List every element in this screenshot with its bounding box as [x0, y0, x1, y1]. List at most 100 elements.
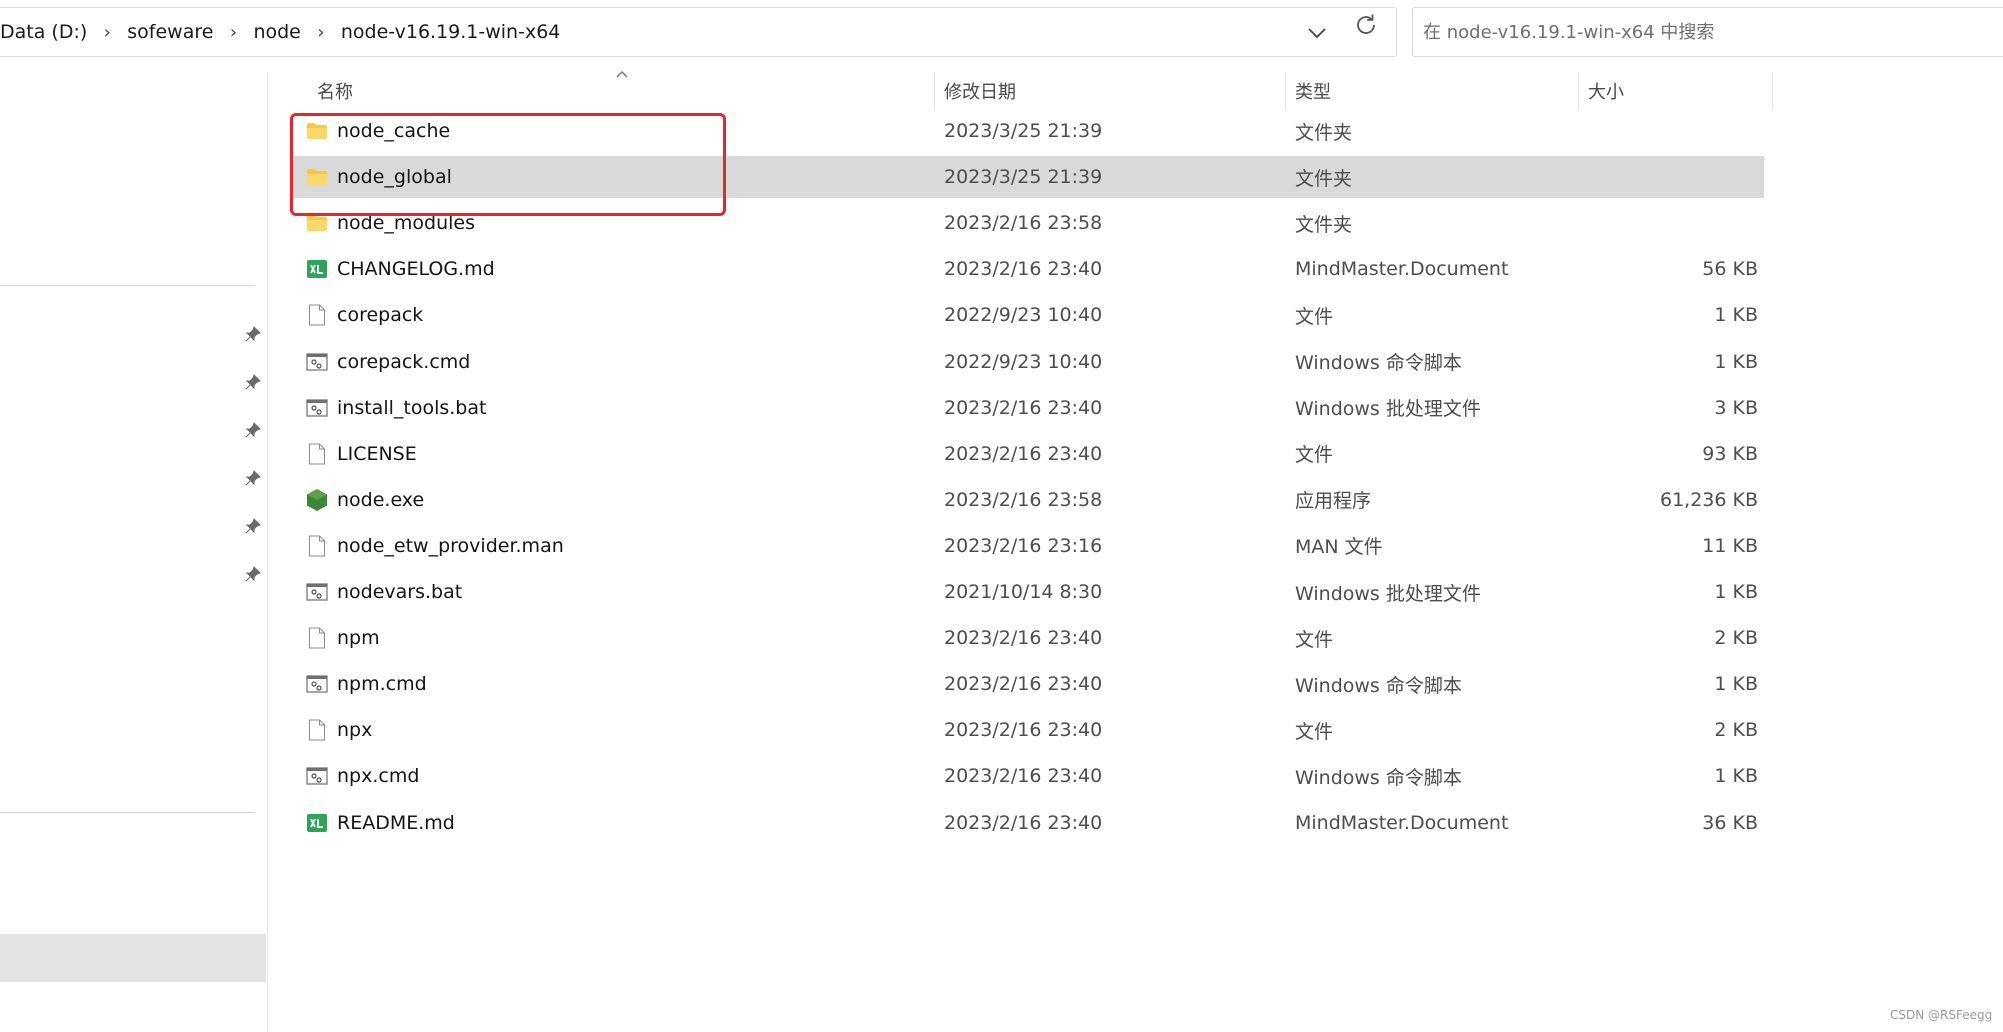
file-row-node-cache[interactable]: node_cache 2023/3/25 21:39 文件夹 [292, 110, 1764, 152]
file-size: 11 KB [1702, 534, 1758, 557]
file-size: 1 KB [1714, 581, 1758, 603]
file-row-changelog-md[interactable]: CHANGELOG.md 2023/2/16 23:40 MindMaster.Do… [292, 248, 1764, 290]
chevron-right-icon[interactable]: › [91, 22, 123, 43]
file-date: 2023/2/16 23:16 [944, 534, 1103, 557]
pin-icon[interactable] [244, 421, 262, 439]
file-row-node-global[interactable]: node_global 2023/3/25 21:39 文件夹 [292, 156, 1764, 199]
file-row-npx-cmd[interactable]: npx.cmd 2023/2/16 23:40 Windows 命令脚本 1 KB [292, 755, 1764, 797]
chevron-right-icon[interactable]: › [217, 22, 249, 43]
file-name[interactable]: nodevars.bat [337, 571, 462, 613]
file-size: 2 KB [1714, 627, 1758, 650]
column-header-name[interactable]: 名称 [317, 72, 353, 110]
mindmaster-file-icon [304, 802, 330, 844]
sort-ascending-icon [616, 70, 628, 78]
refresh-icon[interactable] [1352, 11, 1380, 39]
file-type: 文件夹 [1295, 167, 1353, 190]
file-list[interactable]: 名称 修改日期 类型 大小 node_cache 2023/3/25 21:39 文… [270, 70, 2003, 1032]
file-name[interactable]: node_cache [337, 110, 450, 152]
file-size: 1 KB [1714, 304, 1758, 327]
file-size: 3 KB [1714, 396, 1758, 419]
breadcrumb-item-drive[interactable]: Data (D:) [0, 21, 91, 43]
file-row-node-etw-provider-man[interactable]: node_etw_provider.man 2023/2/16 23:16 MAN … [292, 525, 1764, 567]
nav-selected-item[interactable] [0, 934, 266, 982]
address-bar[interactable]: Data (D:) › sofeware › node › node-v16.1… [0, 7, 1397, 57]
pin-icon[interactable] [244, 469, 262, 487]
file-date: 2023/3/25 21:39 [944, 120, 1103, 142]
file-date: 2023/2/16 23:40 [944, 396, 1103, 419]
column-header-date[interactable]: 修改日期 [944, 72, 1016, 110]
blank-file-icon [304, 294, 330, 336]
file-type: MindMaster.Document [1295, 258, 1509, 281]
nav-divider [0, 812, 255, 813]
file-name[interactable]: install_tools.bat [337, 387, 486, 429]
file-name[interactable]: npm [337, 617, 380, 659]
file-name[interactable]: npx [337, 709, 372, 751]
file-name[interactable]: npm.cmd [337, 663, 427, 705]
pin-icon[interactable] [244, 517, 262, 535]
pin-icon[interactable] [244, 565, 262, 583]
file-row-npx[interactable]: npx 2023/2/16 23:40 文件 2 KB [292, 709, 1764, 751]
file-date: 2023/2/16 23:40 [944, 765, 1103, 788]
file-name[interactable]: corepack.cmd [337, 341, 470, 383]
file-row-npm-cmd[interactable]: npm.cmd 2023/2/16 23:40 Windows 命令脚本 1 KB [292, 663, 1764, 705]
file-type: MAN 文件 [1295, 536, 1383, 559]
file-row-nodevars-bat[interactable]: nodevars.bat 2021/10/14 8:30 Windows 批处理文件… [292, 571, 1764, 613]
column-header-type[interactable]: 类型 [1295, 72, 1331, 110]
file-name[interactable]: node_global [337, 156, 452, 198]
script-file-icon [304, 341, 330, 383]
file-row-install-tools-bat[interactable]: install_tools.bat 2023/2/16 23:40 Windows … [292, 387, 1764, 429]
column-header-size[interactable]: 大小 [1588, 72, 1624, 110]
file-name[interactable]: LICENSE [337, 433, 417, 475]
file-date: 2023/2/16 23:40 [944, 627, 1103, 650]
file-size: 1 KB [1714, 765, 1758, 788]
pin-icon[interactable] [244, 373, 262, 391]
file-size: 1 KB [1714, 673, 1758, 696]
file-type: 文件夹 [1295, 213, 1353, 236]
file-date: 2023/3/25 21:39 [944, 166, 1103, 189]
blank-file-icon [304, 433, 330, 475]
breadcrumb-item-sofeware[interactable]: sofeware [123, 21, 217, 43]
file-name[interactable]: node.exe [337, 479, 424, 521]
file-row-license[interactable]: LICENSE 2023/2/16 23:40 文件 93 KB [292, 433, 1764, 475]
folder-icon [304, 110, 330, 152]
file-type: 文件 [1295, 444, 1334, 467]
pin-icon[interactable] [244, 325, 262, 343]
nav-divider [0, 285, 255, 286]
file-row-readme-md[interactable]: README.md 2023/2/16 23:40 MindMaster.Docum… [292, 802, 1764, 844]
file-row-corepack-cmd[interactable]: corepack.cmd 2022/9/23 10:40 Windows 命令脚本 1… [292, 341, 1764, 383]
address-toolbar: Data (D:) › sofeware › node › node-v16.1… [0, 0, 2003, 72]
file-size: 2 KB [1714, 719, 1758, 742]
folder-icon [304, 156, 330, 198]
chevron-right-icon[interactable]: › [305, 22, 337, 43]
file-size: 93 KB [1702, 442, 1758, 465]
file-size: 61,236 KB [1659, 488, 1758, 511]
column-divider[interactable] [1578, 72, 1579, 110]
file-row-node-exe[interactable]: node.exe 2023/2/16 23:58 应用程序 61,236 KB [292, 479, 1764, 521]
file-name[interactable]: README.md [337, 802, 455, 844]
breadcrumb-item-node[interactable]: node [249, 21, 304, 43]
folder-icon [304, 202, 330, 244]
file-date: 2023/2/16 23:40 [944, 258, 1103, 281]
column-divider[interactable] [1772, 72, 1773, 110]
file-name[interactable]: npx.cmd [337, 755, 419, 797]
file-row-npm[interactable]: npm 2023/2/16 23:40 文件 2 KB [292, 617, 1764, 659]
file-name[interactable]: corepack [337, 294, 423, 336]
file-type: MindMaster.Document [1295, 811, 1509, 834]
navigation-pane[interactable] [0, 72, 268, 1032]
file-row-corepack[interactable]: corepack 2022/9/23 10:40 文件 1 KB [292, 294, 1764, 336]
breadcrumb-item-current[interactable]: node-v16.19.1-win-x64 [337, 21, 565, 43]
column-divider[interactable] [934, 72, 935, 110]
file-name[interactable]: node_modules [337, 202, 475, 244]
file-name[interactable]: node_etw_provider.man [337, 525, 564, 567]
file-date: 2022/9/23 10:40 [944, 304, 1103, 327]
file-date: 2023/2/16 23:40 [944, 673, 1103, 696]
file-name[interactable]: CHANGELOG.md [337, 248, 495, 290]
file-type: 文件夹 [1295, 121, 1353, 144]
file-type: 文件 [1295, 720, 1334, 743]
file-row-node-modules[interactable]: node_modules 2023/2/16 23:58 文件夹 [292, 202, 1764, 244]
file-date: 2022/9/23 10:40 [944, 350, 1103, 373]
chevron-down-icon[interactable] [1304, 20, 1330, 46]
column-divider[interactable] [1285, 72, 1286, 110]
search-box[interactable] [1412, 7, 2003, 57]
search-input[interactable] [1423, 8, 1983, 56]
